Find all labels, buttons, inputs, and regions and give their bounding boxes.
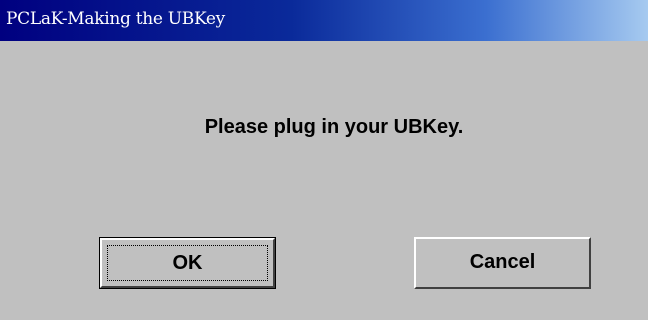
ok-button-label: OK [172, 252, 203, 274]
cancel-button[interactable]: Cancel [414, 237, 591, 289]
ok-button[interactable]: OK [99, 237, 276, 289]
dialog-window: PCLaK-Making the UBKey Please plug in yo… [0, 0, 648, 320]
window-title: PCLaK-Making the UBKey [6, 9, 225, 29]
title-bar[interactable]: PCLaK-Making the UBKey [0, 0, 648, 41]
cancel-button-label: Cancel [469, 251, 536, 273]
dialog-message: Please plug in your UBKey. [204, 116, 464, 138]
